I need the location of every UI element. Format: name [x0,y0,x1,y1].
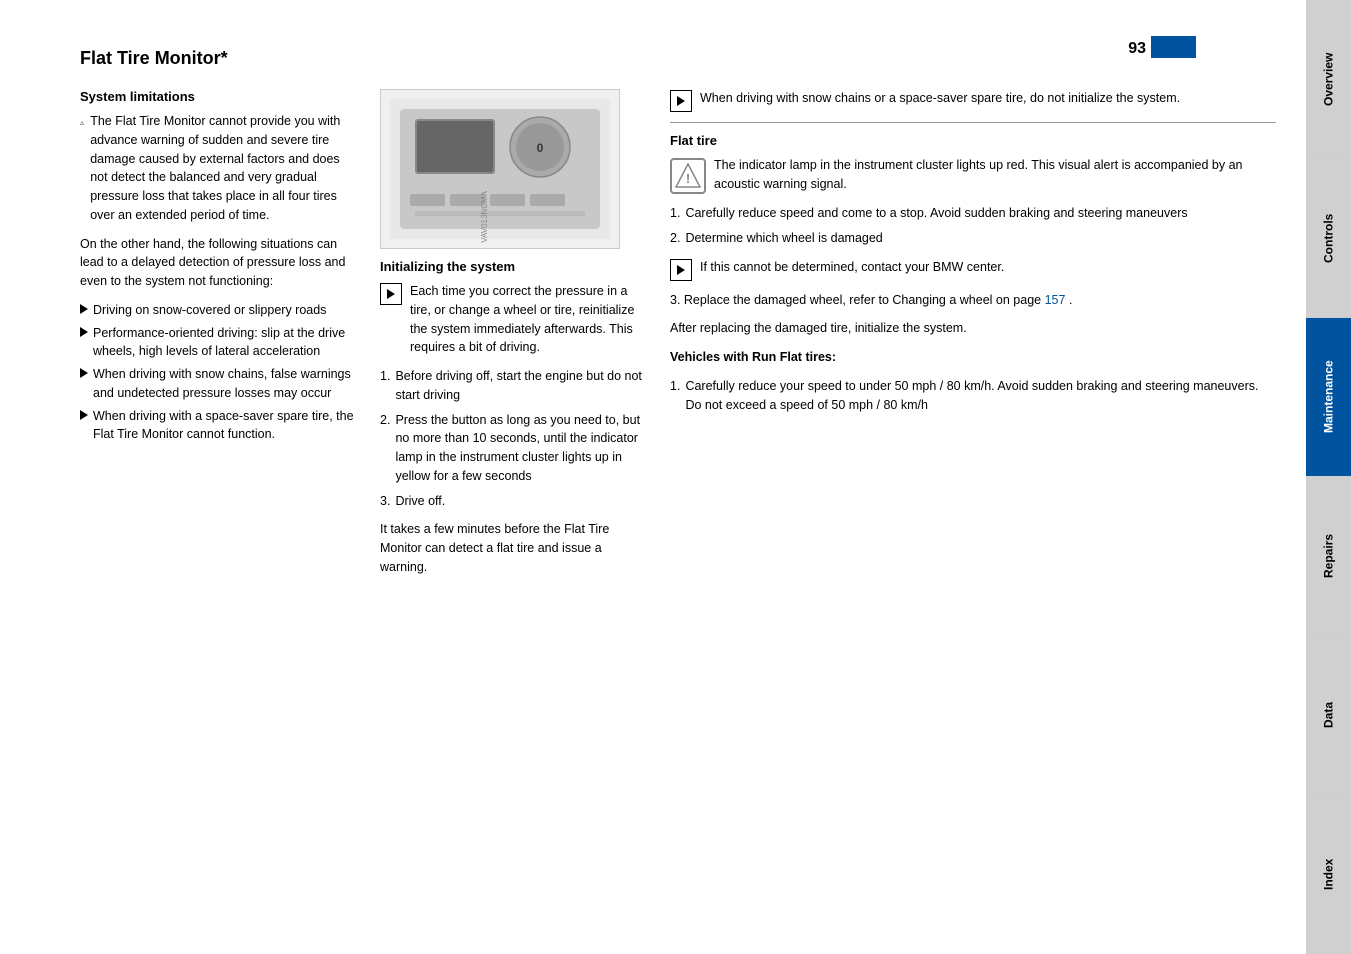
image-label: VAV013NCMA [480,191,489,243]
note-triangle [677,96,685,106]
sidebar-tab-controls[interactable]: Controls [1306,159,1351,318]
flat-tire-heading: Flat tire [670,133,1276,148]
page-title: Flat Tire Monitor* [80,48,1276,69]
system-limitations-heading: System limitations [80,89,360,104]
list-item: When driving with snow chains, false war… [80,365,360,403]
init-note-block: Each time you correct the pressure in a … [380,282,650,357]
snow-chains-block: When driving with snow chains or a space… [670,89,1276,112]
init-step-1: 1. Before driving off, start the engine … [380,367,650,405]
page-container: 93 Flat Tire Monitor* System limitations… [0,0,1351,954]
run-flat-title: Vehicles with Run Flat tires: [670,348,1276,367]
flat-tire-note: The indicator lamp in the instrument clu… [714,156,1276,194]
step3-text: 3. Replace the damaged wheel, refer to C… [670,291,1276,310]
snow-chains-icon [670,90,692,112]
init-note-text: Each time you correct the pressure in a … [410,282,650,357]
bullet-icon [80,410,88,420]
note-icon [380,283,402,305]
after-replace-text: After replacing the damaged tire, initia… [670,319,1276,338]
list-item: Performance-oriented driving: slip at th… [80,324,360,362]
warning-block: ! The Flat Tire Monitor cannot provide y… [80,112,360,225]
flat-tire-indicator-block: ! The indicator lamp in the instrument c… [670,156,1276,194]
warning-icon: ! [80,112,84,134]
footer-note: It takes a few minutes before the Flat T… [380,520,650,576]
sidebar-tab-data[interactable]: Data [1306,636,1351,795]
list-item-text: When driving with snow chains, false war… [93,365,360,403]
bullet-icon [80,368,88,378]
sidebar-tab-repairs-label: Repairs [1322,534,1336,578]
instrument-image: 0 VAV013NCMA [380,89,620,249]
svg-text:0: 0 [537,141,544,155]
sidebar-tab-index[interactable]: Index [1306,795,1351,954]
main-content: 93 Flat Tire Monitor* System limitations… [0,0,1306,954]
columns-layout: System limitations ! The Flat Tire Monit… [80,89,1276,587]
init-step-3: 3. Drive off. [380,492,650,511]
bullet-icon [80,327,88,337]
sidebar: Overview Controls Maintenance Repairs Da… [1306,0,1351,954]
run-flat-step-1: 1. Carefully reduce your speed to under … [670,377,1276,415]
list-item: Driving on snow-covered or slippery road… [80,301,360,320]
left-column: System limitations ! The Flat Tire Monit… [80,89,360,587]
sidebar-tab-data-label: Data [1322,702,1336,728]
flat-tire-steps: 1. Carefully reduce speed and come to a … [670,204,1276,248]
contact-icon [670,259,692,281]
sidebar-tab-maintenance[interactable]: Maintenance [1306,318,1351,477]
sidebar-tab-overview-label: Overview [1322,52,1336,105]
warning-text: The Flat Tire Monitor cannot provide you… [90,112,360,225]
note-triangle [677,265,685,275]
init-steps-list: 1. Before driving off, start the engine … [380,367,650,510]
flat-step-1: 1. Carefully reduce speed and come to a … [670,204,1276,223]
snow-chains-text: When driving with snow chains or a space… [700,89,1180,108]
list-item-text: Performance-oriented driving: slip at th… [93,324,360,362]
bullet-icon [80,304,88,314]
right-column: When driving with snow chains or a space… [670,89,1276,587]
page-link[interactable]: 157 [1045,293,1066,307]
situations-paragraph: On the other hand, the following situati… [80,235,360,291]
accent-bar [1151,36,1196,58]
init-step-2: 2. Press the button as long as you need … [380,411,650,486]
list-item-text: Driving on snow-covered or slippery road… [93,301,326,320]
bullet-list: Driving on snow-covered or slippery road… [80,301,360,444]
middle-column: 0 VAV013NCMA Initializing the system [380,89,650,587]
flat-step-2: 2. Determine which wheel is damaged [670,229,1276,248]
note-triangle [387,289,395,299]
instrument-cluster-svg: 0 [390,99,610,239]
sidebar-tab-overview[interactable]: Overview [1306,0,1351,159]
sidebar-tab-controls-label: Controls [1322,213,1336,262]
run-flat-steps: 1. Carefully reduce your speed to under … [670,377,1276,415]
sidebar-tab-repairs[interactable]: Repairs [1306,477,1351,636]
contact-note-block: If this cannot be determined, contact yo… [670,258,1276,281]
flat-tire-icon: ! [670,158,706,194]
initializing-heading: Initializing the system [380,259,650,274]
sidebar-tab-index-label: Index [1322,858,1336,889]
list-item: When driving with a space-saver spare ti… [80,407,360,445]
contact-note-text: If this cannot be determined, contact yo… [700,258,1004,277]
divider [670,122,1276,123]
page-number: 93 [1128,40,1146,58]
sidebar-tab-maintenance-label: Maintenance [1322,361,1336,434]
svg-text:!: ! [686,171,690,186]
list-item-text: When driving with a space-saver spare ti… [93,407,360,445]
